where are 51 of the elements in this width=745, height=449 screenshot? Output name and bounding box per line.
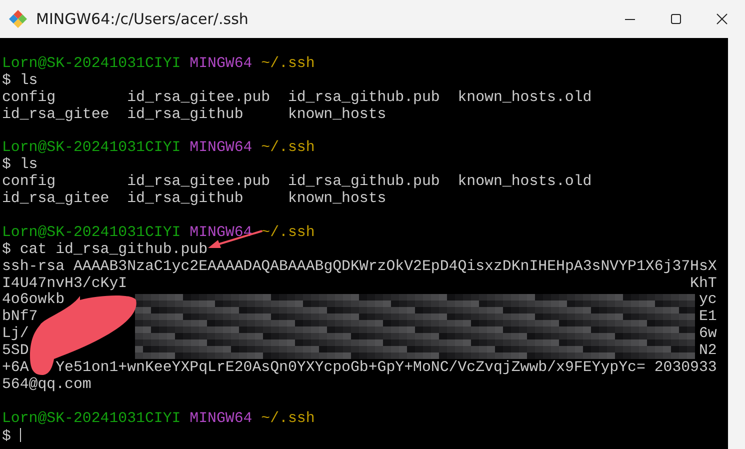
- output-text: N2: [698, 343, 717, 360]
- prompt-system: MINGW64: [190, 410, 252, 427]
- file-name: id_rsa_github: [127, 106, 244, 123]
- prompt-system: MINGW64: [190, 224, 252, 241]
- prompt-path: ~/.ssh: [261, 224, 315, 241]
- output-text: KhT: [690, 276, 717, 292]
- text-cursor: [20, 428, 21, 442]
- command-text: cat id_rsa_github.pub: [20, 242, 208, 258]
- file-name: id_rsa_gitee.pub: [127, 90, 270, 106]
- prompt-user: Lorn@SK-20241031CIYI: [2, 140, 181, 156]
- file-name: known_hosts: [288, 106, 386, 123]
- output-text: 5SD: [2, 343, 29, 360]
- close-icon: [716, 13, 728, 25]
- file-name: id_rsa_github.pub: [288, 174, 440, 190]
- output-text: 4o6owkb: [2, 292, 65, 309]
- output-text: I4U47nvH3/cKyI: [2, 276, 128, 292]
- prompt-path: ~/.ssh: [261, 56, 315, 72]
- output-text: Lj/: [2, 326, 29, 344]
- prompt-path: ~/.ssh: [261, 140, 315, 156]
- output-text: ssh-rsa AAAAB3NzaC1yc2EAAAADAQABAAABgQDKWrzOkV2EpD4QisxzDKnIHEHpA3sNVYP1X6j37HsX: [2, 258, 717, 275]
- file-name: config: [2, 90, 56, 106]
- output-text: +6A Ye51on1+wnKeeYXPqLrE20AsQn0YXYcpoGb+GpY+MoNC/VcZvqjZwwb/x9FEYypYc= 2030933: [2, 360, 717, 376]
- file-name: id_rsa_gitee: [2, 106, 110, 123]
- output-text: bNf7: [2, 309, 38, 326]
- file-name: id_rsa_gitee: [2, 191, 110, 208]
- output-text: 6w: [698, 326, 717, 344]
- prompt-symbol: $: [2, 157, 11, 174]
- prompt-user: Lorn@SK-20241031CIYI: [2, 224, 181, 241]
- output-text: E1: [698, 309, 717, 326]
- output-text: yc: [698, 292, 717, 310]
- file-name: known_hosts.old: [458, 90, 592, 106]
- file-name: id_rsa_github: [127, 191, 244, 208]
- prompt-symbol: $: [2, 72, 11, 89]
- output-text: 564@qq.com: [2, 376, 92, 393]
- command-text: ls: [20, 157, 38, 174]
- prompt-user: Lorn@SK-20241031CIYI: [2, 56, 181, 72]
- prompt-system: MINGW64: [190, 56, 252, 72]
- prompt-symbol: $: [2, 428, 11, 445]
- prompt-symbol: $: [2, 242, 11, 258]
- prompt-path: ~/.ssh: [261, 410, 315, 427]
- maximize-icon: [670, 13, 682, 25]
- app-logo-icon: [8, 9, 28, 29]
- file-name: known_hosts.old: [458, 174, 592, 190]
- file-name: config: [2, 174, 56, 190]
- prompt-system: MINGW64: [190, 140, 252, 156]
- command-text: ls: [20, 72, 38, 89]
- file-name: known_hosts: [288, 191, 386, 208]
- window-title: MINGW64:/c/Users/acer/.ssh: [36, 10, 248, 28]
- file-name: id_rsa_gitee.pub: [127, 174, 270, 190]
- file-name: id_rsa_github.pub: [288, 90, 440, 106]
- prompt-user: Lorn@SK-20241031CIYI: [2, 410, 181, 427]
